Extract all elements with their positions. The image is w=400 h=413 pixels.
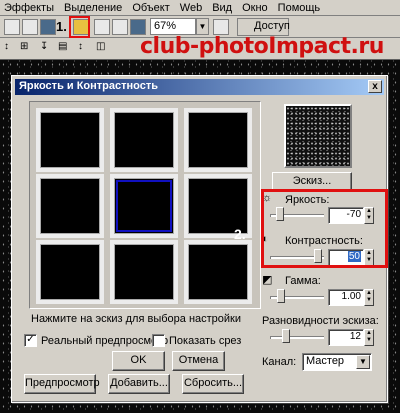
zoom-tool-icon[interactable] <box>213 19 229 35</box>
realtime-label: Реальный предпросмотр <box>41 335 169 347</box>
menu-view[interactable]: Вид <box>212 2 232 14</box>
chevron-down-icon[interactable]: ▼ <box>196 18 209 35</box>
highlight-box-1 <box>69 16 90 38</box>
thumbnail-grid <box>29 101 261 309</box>
gamma-field[interactable]: 1.00 <box>328 289 364 306</box>
menu-object[interactable]: Объект <box>132 2 169 14</box>
menu-effects[interactable]: Эффекты <box>4 2 54 14</box>
chevron-down-icon[interactable]: ▼ <box>356 355 370 369</box>
tool-icon[interactable]: ↕ <box>4 41 14 57</box>
step-marker-1: 1. <box>56 19 67 34</box>
tool-icon[interactable]: ⊞ <box>20 41 30 57</box>
menu-bar: Эффекты Выделение Объект Web Вид Окно По… <box>0 0 400 16</box>
access-label: Доступ <box>254 20 290 32</box>
save-icon[interactable] <box>40 19 56 35</box>
channel-value: Мастер <box>306 355 345 367</box>
gamma-icon: ◩ <box>262 274 273 286</box>
thumbnail[interactable] <box>36 240 104 304</box>
new-file-icon[interactable] <box>4 19 20 35</box>
variation-slider-thumb[interactable] <box>282 329 290 343</box>
hint-text: Нажмите на эскиз для выбора настройки <box>31 313 242 325</box>
channel-select[interactable]: Мастер ▼ <box>302 353 372 371</box>
reset-button[interactable]: Сбросить... <box>182 374 244 394</box>
tool-icon[interactable]: ◫ <box>96 41 106 57</box>
menu-window[interactable]: Окно <box>242 2 268 14</box>
transform-icon[interactable] <box>94 19 110 35</box>
print-icon[interactable] <box>112 19 128 35</box>
preview-image <box>284 104 352 168</box>
menu-help[interactable]: Помощь <box>278 2 321 14</box>
variation-field[interactable]: 12 <box>328 329 364 346</box>
thumbnail[interactable] <box>184 240 252 304</box>
realtime-checkbox[interactable]: ✓ <box>24 334 37 347</box>
preview-button[interactable]: Предпросмотр <box>24 374 100 394</box>
show-cut-checkbox[interactable] <box>152 334 165 347</box>
thumbnail-selected[interactable] <box>110 174 178 238</box>
menu-selection[interactable]: Выделение <box>64 2 122 14</box>
highlight-box-2 <box>261 189 388 268</box>
thumbnail[interactable] <box>110 240 178 304</box>
close-icon[interactable]: x <box>368 80 382 93</box>
gamma-slider-thumb[interactable] <box>277 289 285 303</box>
tool-icon[interactable]: ↕ <box>78 41 88 57</box>
variation-slider-track[interactable] <box>270 336 324 339</box>
tool-icon[interactable]: ▤ <box>58 41 68 57</box>
channel-label: Канал: <box>262 356 297 368</box>
watermark-text: club-photoImpact.ru <box>140 34 384 59</box>
menu-web[interactable]: Web <box>180 2 202 14</box>
thumbnail[interactable] <box>110 108 178 172</box>
zoom-field[interactable]: 67% <box>150 18 196 35</box>
brightness-contrast-dialog: Яркость и Контрастность x Эскиз... ☼ Ярк… <box>11 75 388 403</box>
gamma-label: Гамма: <box>285 275 321 287</box>
tool-icon[interactable]: ↧ <box>40 41 50 57</box>
open-file-icon[interactable] <box>22 19 38 35</box>
image-tool-icon[interactable] <box>130 19 146 35</box>
thumbnail[interactable] <box>36 108 104 172</box>
variation-spinner[interactable]: ▲ ▼ <box>364 329 374 346</box>
ok-button[interactable]: OK <box>112 351 165 371</box>
add-button[interactable]: Добавить... <box>108 374 170 394</box>
show-cut-label: Показать срез <box>169 335 242 347</box>
gamma-spinner[interactable]: ▲ ▼ <box>364 289 374 306</box>
variation-label: Разновидности эскиза: <box>262 315 379 327</box>
dialog-title: Яркость и Контрастность <box>19 80 158 92</box>
step-marker-2: 2. <box>234 226 246 242</box>
thumbnail[interactable] <box>36 174 104 238</box>
thumbnail[interactable] <box>184 108 252 172</box>
cancel-button[interactable]: Отмена <box>172 351 225 371</box>
dialog-titlebar[interactable]: Яркость и Контрастность x <box>15 79 384 95</box>
